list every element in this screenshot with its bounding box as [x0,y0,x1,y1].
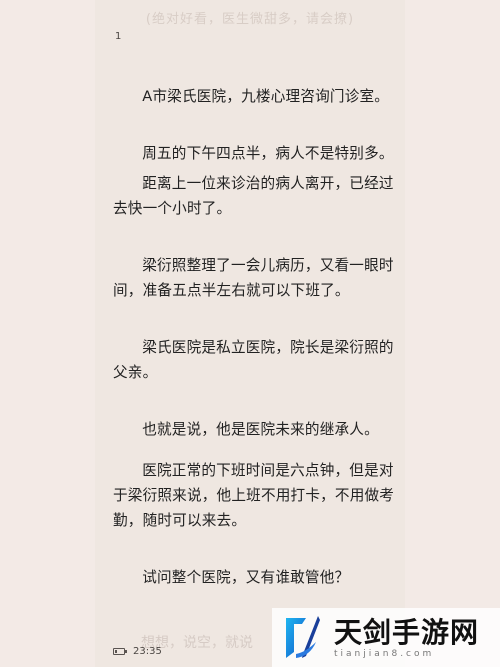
paragraph: 医院正常的下班时间是六点钟，但是对于梁衍照来说，他上班不用打卡，不用做考勤，随时… [113,462,395,529]
paragraph: 梁衍照整理了一会儿病历，又看一眼时间，准备五点半左右就可以下班了。 [113,257,394,299]
paragraph: A市梁氏医院，九楼心理咨询门诊室。 [142,88,390,105]
watermark-domain: tianjian8.com [334,648,435,659]
page-number: 1 [115,31,122,42]
reader-page[interactable]: (绝对好看，医生微甜多，请会撩) 1 A市梁氏医院，九楼心理咨询门诊室。 周五的… [95,0,405,667]
chapter-body: A市梁氏医院，九楼心理咨询门诊室。 周五的下午四点半，病人不是特别多。 距离上一… [113,84,395,590]
site-watermark: 天剑手游网 tianjian8.com [272,608,500,667]
reader-status-bar: 23:35 [113,642,162,660]
status-time: 23:35 [133,645,162,657]
paragraph: 距离上一位来诊治的病人离开，已经过去快一个小时了。 [113,175,394,217]
paragraph: 试问整个医院，又有谁敢管他？ [142,569,350,586]
battery-icon [113,647,127,655]
paragraph: 梁氏医院是私立医院，院长是梁衍照的父亲。 [113,339,394,381]
battery-level [115,649,117,653]
blue-sword-logo-icon [286,615,320,658]
paragraph: 也就是说，他是医院未来的继承人。 [142,421,379,438]
faded-header-text: (绝对好看，医生微甜多，请会撩) [145,12,355,27]
paragraph: 周五的下午四点半，病人不是特别多。 [142,145,394,162]
watermark-title: 天剑手游网 [334,615,480,649]
